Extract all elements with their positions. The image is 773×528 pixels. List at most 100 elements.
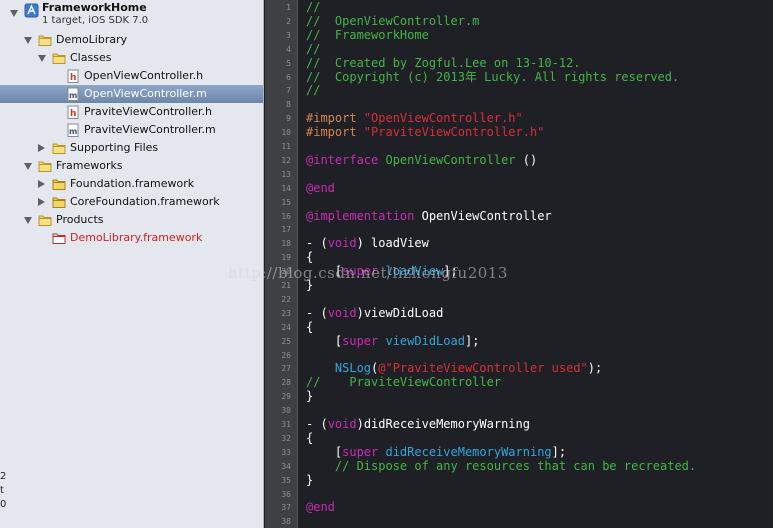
code-line[interactable]: @end	[306, 500, 335, 514]
code-token-string: "PraviteViewController.h"	[363, 125, 545, 140]
code-token-comment: // OpenViewController.m	[306, 13, 480, 28]
nav-item-corefoundation-framework[interactable]: CoreFoundation.framework	[0, 193, 263, 211]
code-line[interactable]: // OpenViewController.m	[306, 14, 479, 28]
code-token-keyword: void	[327, 236, 357, 251]
nav-item-praviteviewcontroller-m[interactable]: m PraviteViewController.m	[0, 121, 263, 139]
project-title: FrameworkHome	[42, 1, 147, 14]
code-token-plain: ) loadView	[356, 236, 429, 251]
disclosure-triangle-icon[interactable]	[38, 55, 46, 62]
source-editor[interactable]: //// OpenViewController.m// FrameworkHom…	[298, 0, 773, 528]
code-line[interactable]: - (void) loadView	[306, 236, 429, 250]
code-line[interactable]: [super loadView];	[306, 264, 458, 278]
line-number-gutter: 1 2 3 4 5 6 7 8 9 10 11 12 13 14 15 16 17 18 19 20 21 22 23 24 2…	[265, 0, 298, 528]
line-number: 35	[281, 475, 291, 485]
nav-item-products[interactable]: Products	[0, 211, 263, 229]
code-line[interactable]: {	[306, 431, 313, 445]
code-line[interactable]: }	[306, 278, 313, 292]
nav-item-label: PraviteViewController.m	[84, 123, 216, 136]
code-line[interactable]: {	[306, 320, 313, 334]
code-line[interactable]: NSLog(@"PraviteViewController used");	[306, 361, 602, 375]
nav-item-openviewcontroller-m[interactable]: m OpenViewController.m	[0, 85, 263, 103]
code-token-plain: }	[306, 389, 314, 404]
code-line[interactable]: #import "PraviteViewController.h"	[306, 125, 544, 139]
disclosure-triangle-icon[interactable]	[38, 198, 45, 206]
code-line[interactable]: //	[306, 0, 320, 14]
code-line[interactable]: {	[306, 250, 313, 264]
code-token-comment: // Created by Zogful.Lee on 13-10-12.	[306, 55, 581, 70]
code-line[interactable]: @implementation OpenViewController	[306, 209, 552, 223]
line-number: 4	[286, 44, 291, 54]
code-token-plain: ()	[515, 152, 538, 167]
code-line[interactable]: - (void)viewDidLoad	[306, 306, 443, 320]
line-number: 16	[281, 211, 291, 221]
nav-item-supporting-files[interactable]: Supporting Files	[0, 139, 263, 157]
disclosure-triangle-icon[interactable]	[24, 217, 32, 224]
nav-item-demolibrary-framework[interactable]: DemoLibrary.framework	[0, 229, 263, 247]
code-line[interactable]: [super viewDidLoad];	[306, 333, 480, 348]
code-token-method: didReceiveMemoryWarning	[385, 444, 552, 459]
code-token-plain: ];	[443, 264, 458, 279]
nav-item-praviteviewcontroller-h[interactable]: h PraviteViewController.h	[0, 103, 263, 121]
code-line[interactable]: @end	[306, 181, 335, 195]
code-line[interactable]: // Copyright (c) 2013年 Lucky. All rights…	[306, 70, 679, 84]
code-token-string: @"PraviteViewController used"	[378, 361, 588, 376]
code-line[interactable]: // PraviteViewController	[306, 375, 501, 389]
line-number: 15	[281, 197, 291, 207]
disclosure-triangle-icon[interactable]	[10, 10, 18, 17]
code-token-keyword: void	[327, 417, 357, 431]
nav-item-openviewcontroller-h[interactable]: h OpenViewController.h	[0, 67, 263, 85]
line-number: 29	[281, 392, 291, 402]
disclosure-triangle-icon[interactable]	[24, 163, 32, 170]
code-line[interactable]: @interface OpenViewController ()	[306, 153, 537, 167]
line-number: 23	[281, 308, 291, 318]
disclosure-triangle-icon[interactable]	[24, 37, 32, 44]
code-token-plain: - (	[306, 236, 328, 251]
code-line[interactable]: // Created by Zogful.Lee on 13-10-12.	[306, 56, 581, 70]
clipped-panel-text: 2 t 0	[0, 471, 7, 510]
code-token-plain: ];	[551, 444, 567, 459]
code-token-keyword: @end	[306, 500, 335, 515]
code-token-comment: // Copyright (c) 2013年 Lucky. All rights…	[306, 69, 680, 84]
code-token-plain: }	[306, 472, 314, 487]
nav-item-foundation-framework[interactable]: Foundation.framework	[0, 175, 263, 193]
code-token-comment: OpenViewController	[385, 152, 516, 167]
nav-item-frameworks[interactable]: Frameworks	[0, 157, 263, 175]
code-token-comment: // FrameworkHome	[306, 27, 429, 42]
code-line[interactable]: }	[306, 473, 313, 487]
code-token-comment: //	[306, 41, 321, 56]
line-number: 32	[281, 433, 291, 443]
code-line[interactable]: }	[306, 389, 313, 403]
line-number: 5	[286, 58, 291, 68]
folder-icon	[38, 35, 52, 46]
framework-icon	[52, 179, 66, 190]
code-line[interactable]: //	[306, 42, 320, 56]
code-token-plain: )viewDidLoad	[356, 305, 444, 320]
code-token-string: "OpenViewController.h"	[363, 111, 523, 126]
line-number: 3	[286, 30, 291, 40]
nav-item-demolibrary[interactable]: DemoLibrary	[0, 31, 263, 49]
code-token-method: loadView	[385, 264, 444, 279]
code-line[interactable]: // FrameworkHome	[306, 28, 429, 42]
disclosure-triangle-icon[interactable]	[38, 180, 45, 188]
code-token-plain: )didReceiveMemoryWarning	[356, 417, 530, 431]
nav-item-label: DemoLibrary.framework	[70, 231, 203, 244]
code-line[interactable]: // Dispose of any resources that can be …	[306, 459, 696, 473]
line-number: 19	[281, 253, 291, 263]
svg-text:m: m	[69, 91, 77, 100]
code-line[interactable]: [super didReceiveMemoryWarning];	[306, 445, 566, 459]
code-line[interactable]: - (void)didReceiveMemoryWarning	[306, 417, 530, 431]
nav-item-classes[interactable]: Classes	[0, 49, 263, 67]
project-row[interactable]: FrameworkHome 1 target, iOS SDK 7.0	[0, 0, 263, 30]
nav-item-label: Classes	[70, 51, 112, 64]
nav-item-label: Frameworks	[56, 159, 123, 172]
line-number: 25	[281, 336, 291, 346]
code-token-plain: );	[587, 361, 603, 376]
nav-item-label: DemoLibrary	[56, 33, 128, 46]
disclosure-triangle-icon[interactable]	[38, 144, 45, 152]
code-token-keyword: @end	[306, 180, 335, 195]
code-line[interactable]: //	[306, 83, 320, 97]
code-line[interactable]: #import "OpenViewController.h"	[306, 111, 523, 125]
code-token-plain: [	[306, 333, 343, 348]
code-token-comment: //	[306, 0, 321, 14]
